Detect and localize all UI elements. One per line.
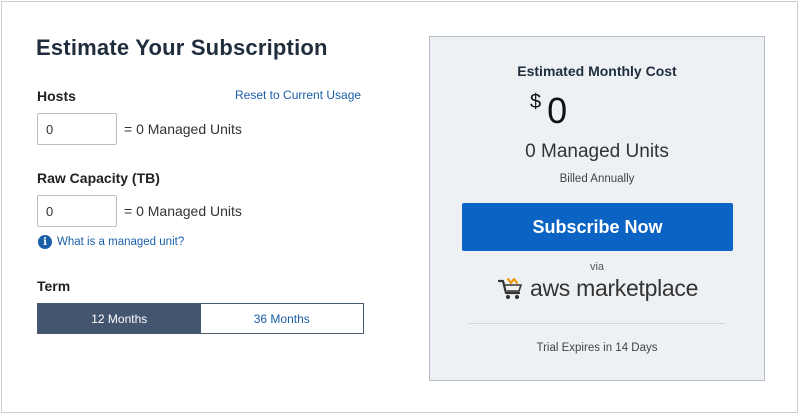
subscription-estimator-card: Estimate Your Subscription Hosts Reset t…	[1, 1, 798, 413]
cost-amount: 0	[547, 90, 568, 131]
hosts-input[interactable]	[37, 113, 117, 145]
capacity-managed-units: = 0 Managed Units	[124, 203, 242, 219]
cost-heading: Estimated Monthly Cost	[517, 63, 677, 79]
marketplace-cart-icon	[498, 277, 523, 299]
billing-frequency: Billed Annually	[559, 173, 635, 185]
reset-usage-link[interactable]: Reset to Current Usage	[235, 88, 361, 102]
monthly-cost: $ 0	[530, 89, 567, 129]
managed-unit-help-link[interactable]: What is a managed unit?	[57, 236, 184, 248]
currency-symbol: $	[530, 91, 542, 113]
info-circle-icon: i	[38, 235, 52, 249]
term-toggle: 12 Months 36 Months	[37, 303, 364, 334]
raw-capacity-label: Raw Capacity (TB)	[37, 170, 160, 186]
term-label: Term	[37, 278, 71, 294]
page-title: Estimate Your Subscription	[36, 35, 328, 60]
term-option-12-months[interactable]: 12 Months	[38, 304, 201, 333]
hosts-label: Hosts	[37, 88, 76, 104]
term-option-36-months[interactable]: 36 Months	[200, 304, 363, 333]
summary-managed-units: 0 Managed Units	[525, 141, 669, 162]
hosts-managed-units: = 0 Managed Units	[124, 121, 242, 137]
managed-unit-help[interactable]: i What is a managed unit?	[38, 235, 184, 249]
via-label: via	[589, 261, 605, 273]
marketplace-text: aws marketplace	[530, 275, 699, 301]
trial-expiry: Trial Expires in 14 Days	[536, 342, 658, 354]
summary-divider	[469, 323, 725, 324]
raw-capacity-input[interactable]	[37, 195, 117, 227]
cost-summary-panel: Estimated Monthly Cost $ 0 0 Managed Uni…	[429, 36, 765, 381]
aws-marketplace-logo: aws marketplace	[498, 275, 698, 302]
subscribe-now-button[interactable]: Subscribe Now	[462, 203, 733, 251]
